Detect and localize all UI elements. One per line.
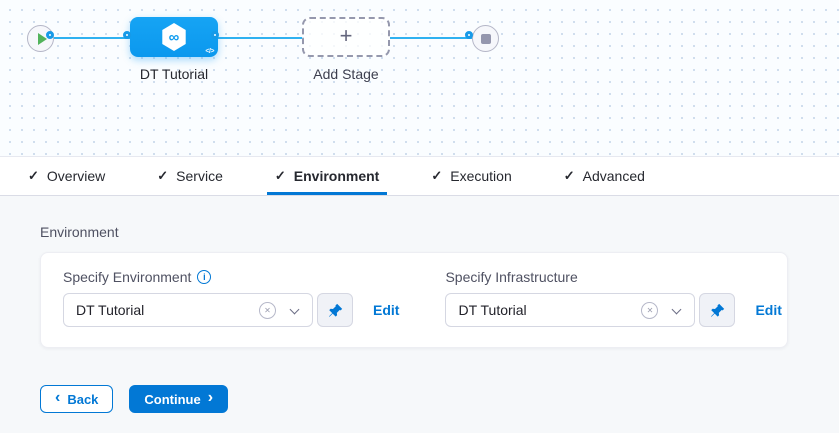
pipeline-canvas: ∞ </> DT Tutorial + Add Stage bbox=[0, 0, 839, 157]
pipeline-end-node[interactable] bbox=[472, 25, 499, 52]
specify-environment-field: Specify Environment i DT Tutorial ✕ Edit bbox=[63, 269, 399, 327]
check-icon: ✓ bbox=[431, 168, 442, 184]
tab-advanced[interactable]: ✓ Advanced bbox=[556, 157, 653, 195]
footer-buttons: ‹ Back Continue › bbox=[40, 385, 228, 413]
chevron-down-icon[interactable] bbox=[672, 305, 682, 315]
edit-infrastructure-link[interactable]: Edit bbox=[755, 302, 781, 318]
connector-dot bbox=[211, 31, 219, 39]
continue-button[interactable]: Continue › bbox=[129, 385, 228, 413]
field-row: DT Tutorial ✕ Edit bbox=[63, 293, 399, 327]
check-icon: ✓ bbox=[564, 168, 575, 184]
connector-dot bbox=[465, 31, 473, 39]
connector-line bbox=[390, 37, 474, 39]
connector-dot bbox=[123, 31, 131, 39]
add-stage-button[interactable]: + bbox=[302, 17, 390, 57]
edit-environment-link[interactable]: Edit bbox=[373, 302, 399, 318]
tab-label: Service bbox=[176, 168, 223, 184]
back-button-label: Back bbox=[67, 392, 98, 407]
specify-environment-label: Specify Environment bbox=[63, 269, 191, 285]
environment-card: Specify Environment i DT Tutorial ✕ Edit bbox=[40, 252, 788, 348]
infinity-icon: ∞ bbox=[169, 30, 180, 45]
check-icon: ✓ bbox=[157, 168, 168, 184]
pin-environment-button[interactable] bbox=[317, 293, 353, 327]
specify-infrastructure-label: Specify Infrastructure bbox=[445, 269, 577, 285]
code-icon: </> bbox=[205, 48, 214, 55]
tab-label: Execution bbox=[450, 168, 511, 184]
check-icon: ✓ bbox=[275, 168, 286, 184]
stage-config-tabbar: ✓ Overview ✓ Service ✓ Environment ✓ Exe… bbox=[0, 157, 839, 196]
check-icon: ✓ bbox=[28, 168, 39, 184]
chevron-left-icon: ‹ bbox=[55, 390, 60, 406]
tab-service[interactable]: ✓ Service bbox=[149, 157, 231, 195]
chevron-right-icon: › bbox=[208, 390, 213, 406]
environment-select[interactable]: DT Tutorial ✕ bbox=[63, 293, 313, 327]
connector-line bbox=[218, 37, 304, 39]
clear-icon[interactable]: ✕ bbox=[259, 302, 276, 319]
stop-icon bbox=[481, 34, 491, 44]
environment-select-value: DT Tutorial bbox=[76, 294, 144, 326]
connector-dot bbox=[46, 31, 54, 39]
pin-icon bbox=[710, 303, 725, 318]
connector-line bbox=[50, 37, 132, 39]
pin-icon bbox=[328, 303, 343, 318]
tab-label: Environment bbox=[294, 168, 380, 184]
field-label-row: Specify Environment i bbox=[63, 269, 399, 285]
infrastructure-select-value: DT Tutorial bbox=[458, 294, 526, 326]
pin-infrastructure-button[interactable] bbox=[699, 293, 735, 327]
continue-button-label: Continue bbox=[144, 392, 200, 407]
field-row: DT Tutorial ✕ Edit bbox=[445, 293, 781, 327]
specify-infrastructure-field: Specify Infrastructure DT Tutorial ✕ Edi… bbox=[445, 269, 781, 327]
clear-icon[interactable]: ✕ bbox=[641, 302, 658, 319]
stage-label: DT Tutorial bbox=[130, 66, 218, 82]
chevron-down-icon[interactable] bbox=[290, 305, 300, 315]
plus-icon: + bbox=[340, 25, 353, 47]
tab-execution[interactable]: ✓ Execution bbox=[423, 157, 519, 195]
back-button[interactable]: ‹ Back bbox=[40, 385, 113, 413]
tab-label: Overview bbox=[47, 168, 105, 184]
field-label-row: Specify Infrastructure bbox=[445, 269, 781, 285]
section-heading: Environment bbox=[40, 224, 119, 240]
environment-panel: Environment Specify Environment i DT Tut… bbox=[0, 196, 839, 433]
tab-overview[interactable]: ✓ Overview bbox=[20, 157, 113, 195]
tab-label: Advanced bbox=[583, 168, 645, 184]
deployment-hexagon-icon: ∞ bbox=[161, 23, 187, 51]
infrastructure-select[interactable]: DT Tutorial ✕ bbox=[445, 293, 695, 327]
info-icon[interactable]: i bbox=[197, 270, 211, 284]
tab-environment[interactable]: ✓ Environment bbox=[267, 157, 387, 195]
add-stage-label: Add Stage bbox=[302, 66, 390, 82]
stage-node-dt-tutorial[interactable]: ∞ </> bbox=[130, 17, 218, 57]
